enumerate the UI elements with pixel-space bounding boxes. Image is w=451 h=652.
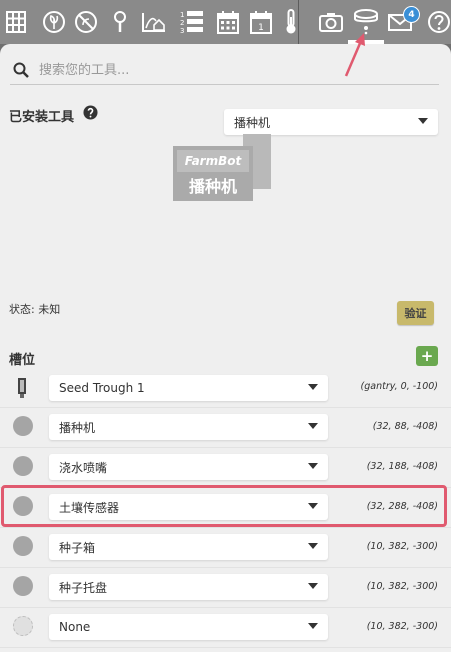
row-divider	[0, 407, 451, 408]
installed-tool-select-value: 播种机	[234, 115, 271, 130]
top-nav-bar: 123 1 4	[0, 0, 451, 44]
slot-tool-select[interactable]: 种子托盘	[49, 574, 328, 600]
slot-coordinates: (10, 382, -300)	[366, 581, 438, 592]
question-circle-icon[interactable]	[83, 105, 98, 120]
seed-trough-icon	[18, 378, 26, 398]
search-icon	[13, 62, 29, 78]
row-divider	[0, 447, 451, 448]
slot-coordinates: (gantry, 0, -100)	[360, 381, 438, 392]
tool-image-brand: FarmBot	[185, 154, 243, 168]
installed-tool-select[interactable]: 播种机	[224, 109, 438, 135]
weed-icon[interactable]	[72, 7, 100, 37]
annotation-arrow-icon	[344, 33, 365, 77]
nav-divider	[298, 0, 299, 44]
verify-button[interactable]: 验证	[397, 301, 434, 325]
slot-tool-select[interactable]: 种子箱	[49, 534, 328, 560]
slot-tool-select-value: 种子托盘	[59, 580, 108, 595]
slot-coordinates: (32, 188, -408)	[366, 461, 438, 472]
house-curve-icon[interactable]	[140, 7, 168, 37]
slot-tool-select[interactable]: 播种机	[49, 414, 328, 440]
slot-coordinates: (10, 382, -300)	[366, 541, 438, 552]
chevron-down-icon	[308, 384, 318, 390]
tool-image-text: 播种机	[189, 177, 237, 196]
row-divider	[0, 527, 451, 528]
thermometer-icon[interactable]	[277, 7, 305, 37]
slot-tool-select[interactable]: Seed Trough 1	[49, 375, 328, 401]
seeder-tool-image: FarmBot 播种机	[173, 134, 271, 201]
installed-tool-label: 已安装工具	[9, 110, 75, 125]
slots-title: 槽位	[9, 353, 36, 368]
svg-text:2: 2	[180, 19, 184, 27]
slot-circle-icon	[13, 456, 33, 476]
row-divider	[0, 647, 451, 648]
messages-count-badge: 4	[403, 6, 420, 23]
slot-tool-select[interactable]: None	[49, 614, 328, 640]
chevron-down-icon	[308, 463, 318, 469]
calendar-icon[interactable]	[214, 7, 242, 37]
chevron-down-icon	[308, 583, 318, 589]
search-bar	[10, 56, 439, 85]
chevron-down-icon	[418, 118, 428, 124]
slot-circle-icon	[13, 576, 33, 596]
slot-circle-icon	[13, 536, 33, 556]
slot-tool-select-value: 播种机	[59, 420, 96, 435]
help-icon[interactable]	[425, 7, 451, 37]
plant-icon[interactable]	[40, 7, 68, 37]
svg-text:3: 3	[180, 27, 184, 35]
slot-circle-icon	[13, 416, 33, 436]
slot-coordinates: (10, 382, -300)	[366, 621, 438, 632]
chevron-down-icon	[308, 423, 318, 429]
add-slot-button[interactable]: +	[416, 346, 438, 366]
row-divider	[0, 567, 451, 568]
calendar-day-icon[interactable]: 1	[247, 7, 275, 37]
slot-coordinates: (32, 88, -408)	[372, 421, 438, 432]
slot-tool-select-value: Seed Trough 1	[59, 381, 145, 395]
svg-text:1: 1	[180, 11, 184, 19]
calendar-day-number: 1	[258, 23, 264, 33]
slot-tool-select-value: None	[59, 620, 91, 634]
tools-panel: 已安装工具 播种机 FarmBot 播种机 状态: 未知 验证 槽位 + See…	[0, 44, 451, 652]
slot-tool-select-value: 种子箱	[59, 540, 96, 555]
location-pin-icon[interactable]	[106, 7, 134, 37]
slot-tool-select[interactable]: 浇水喷嘴	[49, 454, 328, 480]
chevron-down-icon	[308, 623, 318, 629]
chevron-down-icon	[308, 543, 318, 549]
slot-circle-empty-icon	[13, 616, 33, 636]
highlight-box	[1, 485, 447, 527]
grid-icon[interactable]	[2, 7, 30, 37]
tool-status: 状态: 未知	[9, 303, 61, 316]
row-divider	[0, 607, 451, 608]
slot-tool-select-value: 浇水喷嘴	[59, 460, 108, 475]
sequences-icon[interactable]: 123	[178, 7, 206, 37]
